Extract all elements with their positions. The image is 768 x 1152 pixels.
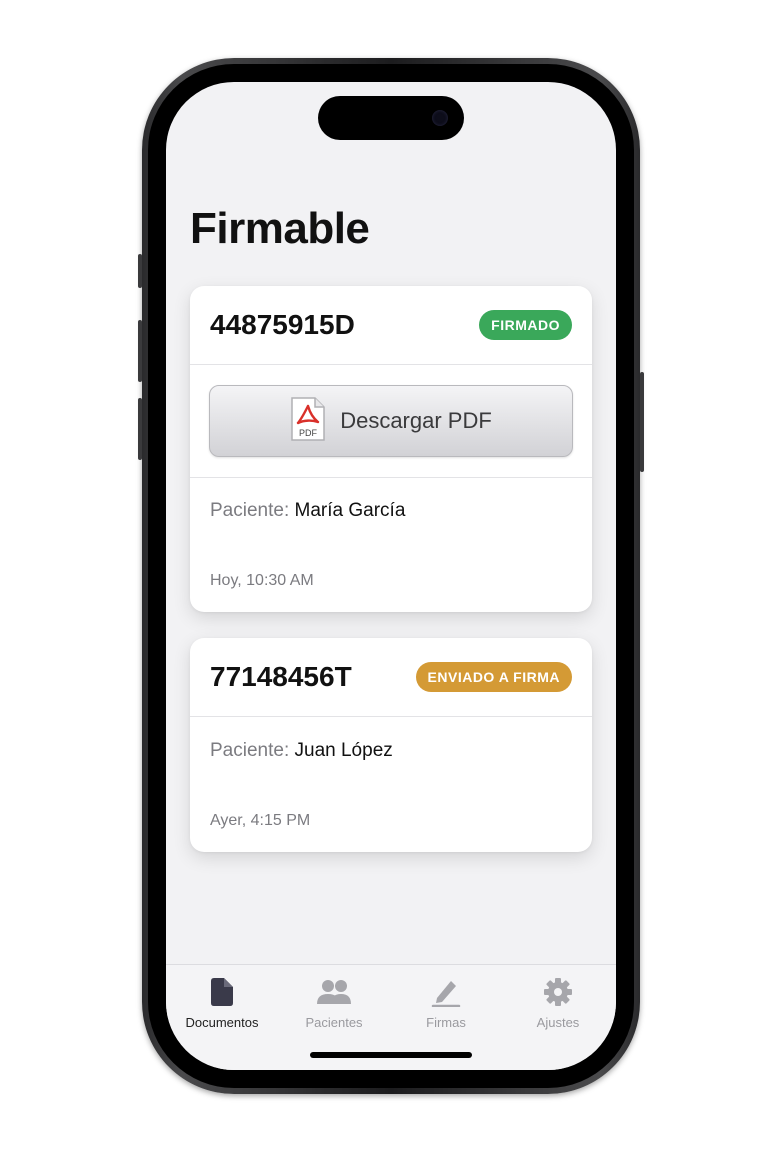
download-row: PDF Descargar PDF bbox=[190, 365, 592, 478]
patient-name: Juan López bbox=[294, 740, 393, 761]
tab-ajustes[interactable]: Ajustes bbox=[502, 977, 614, 1030]
side-button-volume-up bbox=[138, 320, 142, 382]
patient-label: Paciente: bbox=[210, 740, 290, 761]
document-card[interactable]: 77148456T ENVIADO A FIRMA Paciente: Juan… bbox=[190, 638, 592, 852]
patient-name: María García bbox=[294, 500, 406, 521]
document-timestamp: Hoy, 10:30 AM bbox=[210, 572, 314, 589]
status-badge: ENVIADO A FIRMA bbox=[415, 662, 572, 692]
side-button-mute bbox=[138, 254, 142, 288]
pdf-icon-text: PDF bbox=[299, 428, 318, 438]
side-button-volume-down bbox=[138, 398, 142, 460]
tab-label: Ajustes bbox=[536, 1015, 580, 1030]
patient-line: Paciente: Juan López bbox=[210, 740, 393, 762]
document-icon bbox=[211, 978, 233, 1006]
card-header: 77148456T ENVIADO A FIRMA bbox=[190, 638, 592, 717]
tab-label: Pacientes bbox=[305, 1015, 363, 1030]
pdf-file-icon: PDF bbox=[290, 396, 326, 447]
document-id: 77148456T bbox=[210, 661, 352, 692]
gear-icon bbox=[544, 978, 572, 1006]
tab-label: Firmas bbox=[426, 1015, 466, 1030]
app-screen: Firmable 44875915D FIRMADO PDF Descargar… bbox=[166, 82, 616, 1070]
document-id: 44875915D bbox=[210, 309, 355, 340]
page-title: Firmable bbox=[190, 204, 370, 253]
download-pdf-label: Descargar PDF bbox=[340, 408, 492, 433]
tab-documentos[interactable]: Documentos bbox=[166, 977, 278, 1030]
camera-icon bbox=[432, 110, 448, 126]
home-indicator[interactable] bbox=[310, 1052, 472, 1058]
people-icon bbox=[317, 980, 351, 1004]
patient-line: Paciente: María García bbox=[210, 500, 405, 522]
card-header: 44875915D FIRMADO bbox=[190, 286, 592, 365]
status-badge: FIRMADO bbox=[479, 310, 572, 340]
document-card[interactable]: 44875915D FIRMADO PDF Descargar PDF Paci… bbox=[190, 286, 592, 612]
phone-frame: Firmable 44875915D FIRMADO PDF Descargar… bbox=[138, 58, 644, 1094]
tab-pacientes[interactable]: Pacientes bbox=[278, 977, 390, 1030]
document-timestamp: Ayer, 4:15 PM bbox=[210, 812, 311, 829]
side-button-power bbox=[640, 372, 644, 472]
pen-icon bbox=[431, 981, 461, 1007]
patient-label: Paciente: bbox=[210, 500, 290, 521]
dynamic-island bbox=[318, 96, 464, 140]
download-pdf-button[interactable]: PDF Descargar PDF bbox=[209, 385, 573, 457]
tab-label: Documentos bbox=[185, 1015, 259, 1030]
tab-firmas[interactable]: Firmas bbox=[390, 977, 502, 1030]
